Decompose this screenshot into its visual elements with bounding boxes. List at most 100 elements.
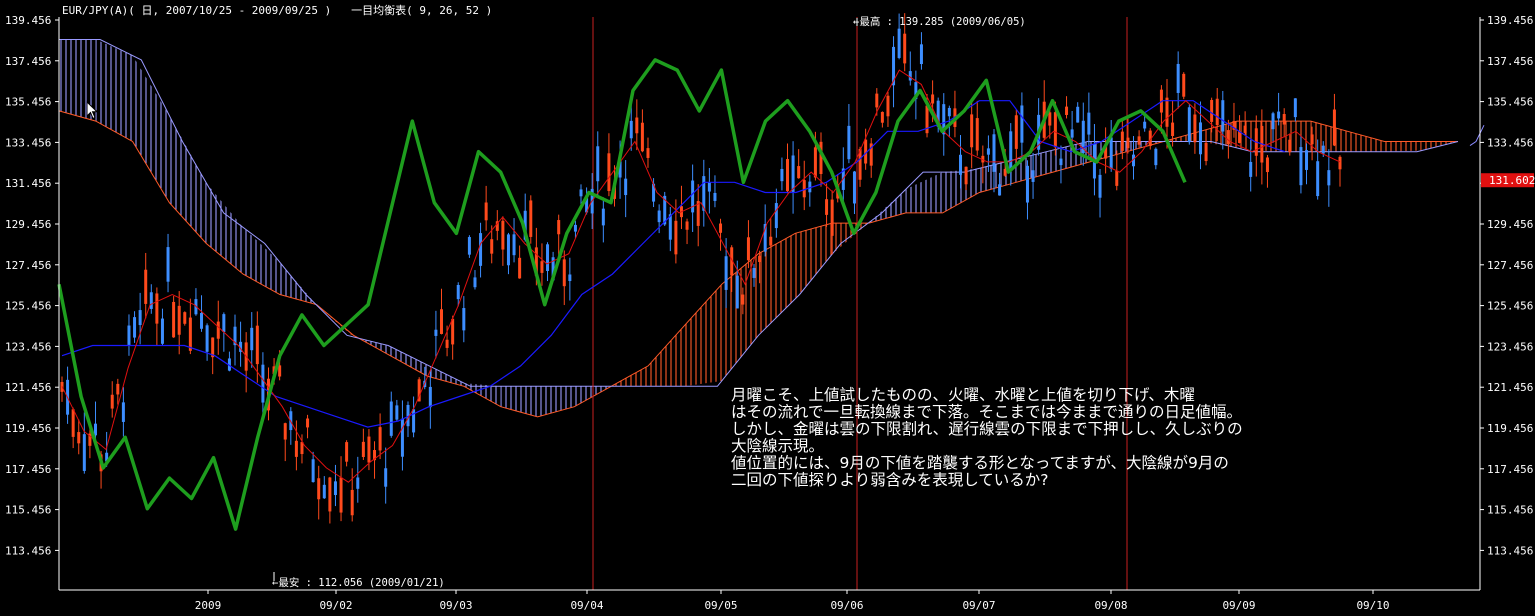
candle-body bbox=[506, 234, 510, 266]
x-tick-label: 2009 bbox=[195, 599, 222, 612]
x-tick-label: 09/06 bbox=[830, 599, 863, 612]
candle-body bbox=[1249, 161, 1253, 177]
candle-body bbox=[121, 402, 125, 422]
candle-body bbox=[1076, 106, 1080, 123]
candle-body bbox=[222, 314, 226, 332]
candle-body bbox=[71, 409, 75, 437]
y-tick-label-right: 133.456 bbox=[1487, 136, 1533, 149]
candle-body bbox=[601, 208, 605, 226]
candle-body bbox=[345, 442, 349, 462]
candle-body bbox=[947, 107, 951, 117]
kumo-segment bbox=[648, 325, 685, 387]
candle-body bbox=[1215, 98, 1219, 126]
y-tick-label-right: 121.456 bbox=[1487, 381, 1533, 394]
candle-body bbox=[986, 148, 990, 155]
candle-body bbox=[802, 180, 806, 198]
candle-body bbox=[322, 484, 326, 499]
candle-body bbox=[579, 189, 583, 197]
candle-body bbox=[903, 33, 907, 64]
candle-body bbox=[149, 292, 153, 309]
y-tick-label-right: 137.456 bbox=[1487, 55, 1533, 68]
candle-body bbox=[1221, 100, 1225, 132]
candle-body bbox=[350, 489, 354, 516]
candle-body bbox=[1065, 106, 1069, 115]
candle-body bbox=[339, 477, 343, 513]
candle-body bbox=[518, 257, 522, 279]
candle-body bbox=[261, 364, 265, 403]
candle-body bbox=[646, 148, 650, 158]
candle-body bbox=[752, 267, 756, 278]
candle-body bbox=[529, 200, 533, 237]
annotation-line: しかし、金曜は雲の下限割れ、遅行線雲の下限まで下押しし、久しぶりの bbox=[731, 420, 1243, 438]
candle-body bbox=[573, 224, 577, 232]
candle-body bbox=[1120, 131, 1124, 151]
ichimoku-chart: 139.456 139.456 137.456 137.456 135.456 135.4… bbox=[5, 13, 1535, 612]
candle-body bbox=[992, 134, 996, 172]
annotation-text: 月曜こそ、上値試したものの、火曜、水曜と上値を切り下げ、木曜 はその流れで一旦転… bbox=[731, 387, 1243, 489]
candle-body bbox=[774, 203, 778, 229]
mouse-cursor-icon bbox=[86, 101, 99, 120]
y-tick-label-left: 113.456 bbox=[5, 544, 51, 557]
candle-body bbox=[557, 220, 561, 235]
y-tick-label-right: 129.456 bbox=[1487, 218, 1533, 231]
candle-body bbox=[434, 329, 438, 336]
candle-body bbox=[707, 182, 711, 192]
candle-body bbox=[1176, 63, 1180, 93]
y-tick-label-left: 117.456 bbox=[5, 463, 51, 476]
candle-body bbox=[1271, 113, 1275, 130]
candle-body bbox=[813, 147, 817, 178]
y-tick-label-left: 129.456 bbox=[5, 218, 51, 231]
candle-body bbox=[540, 261, 544, 273]
kumo-segment bbox=[905, 172, 943, 213]
x-tick-label: 09/03 bbox=[439, 599, 472, 612]
candle-body bbox=[1059, 158, 1063, 166]
y-tick-label-right: 127.456 bbox=[1487, 259, 1533, 272]
candle-body bbox=[568, 274, 572, 282]
y-tick-label-left: 127.456 bbox=[5, 259, 51, 272]
candle-body bbox=[1048, 112, 1052, 126]
candle-body bbox=[908, 71, 912, 81]
candle-body bbox=[880, 111, 884, 123]
candle-body bbox=[278, 365, 282, 377]
candle-body bbox=[640, 122, 644, 152]
current-price-label: 131.602 bbox=[1489, 174, 1535, 187]
candle-body bbox=[1338, 156, 1342, 170]
candle-body bbox=[82, 434, 86, 471]
candle-body bbox=[724, 256, 728, 290]
annotation-line: 二回の下値探りより弱含みを表現しているか? bbox=[731, 471, 1049, 489]
candle-body bbox=[1288, 139, 1292, 153]
x-tick-label: 09/09 bbox=[1222, 599, 1255, 612]
candle-body bbox=[607, 153, 611, 192]
candle-body bbox=[205, 325, 209, 352]
candle-body bbox=[1193, 114, 1197, 143]
candle-body bbox=[847, 125, 851, 160]
candle-body bbox=[635, 117, 639, 134]
annotation-line: 値位置的には、9月の下値を踏襲する形となってますが、大陰線が9月の bbox=[731, 454, 1229, 472]
candle-body bbox=[216, 321, 220, 339]
candle-body bbox=[1137, 136, 1141, 145]
candle-body bbox=[490, 239, 494, 254]
candle-body bbox=[155, 293, 159, 324]
candle-body bbox=[1299, 147, 1303, 186]
candle-body bbox=[780, 168, 784, 182]
kumo-segment bbox=[95, 39, 133, 142]
candle-body bbox=[786, 159, 790, 192]
candle-body bbox=[93, 423, 97, 436]
y-tick-label-left: 121.456 bbox=[5, 381, 51, 394]
candle-body bbox=[467, 237, 471, 255]
candle-body bbox=[1332, 109, 1336, 146]
y-tick-label-left: 137.456 bbox=[5, 55, 51, 68]
candle-body bbox=[1293, 98, 1297, 118]
candle-body bbox=[77, 432, 81, 444]
candle-body bbox=[1171, 122, 1175, 136]
candle-body bbox=[562, 259, 566, 287]
candle-body bbox=[250, 327, 254, 351]
candle-body bbox=[1126, 137, 1130, 149]
kumo-segment bbox=[1384, 141, 1422, 152]
candle-body bbox=[852, 171, 856, 204]
candle-body bbox=[473, 277, 477, 288]
chart-title: EUR/JPY(A)( 日, 2007/10/25 - 2009/09/25 )… bbox=[62, 4, 493, 17]
candle-body bbox=[931, 94, 935, 104]
candle-body bbox=[127, 325, 131, 346]
candle-body bbox=[144, 269, 148, 304]
